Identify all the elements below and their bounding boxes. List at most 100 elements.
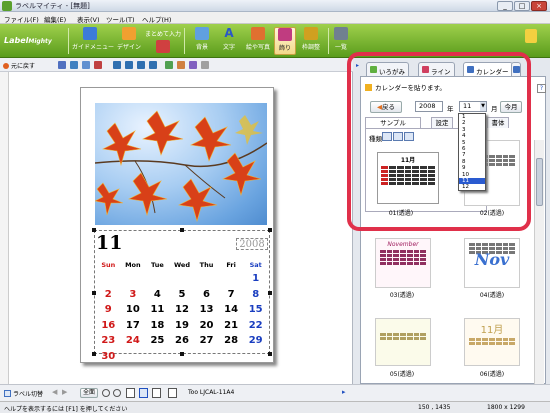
zoom-out-icon[interactable] xyxy=(113,389,121,397)
menu-help[interactable]: ヘルプ(H) xyxy=(142,14,171,24)
weekday-fri: Fri xyxy=(226,261,236,269)
window-title: ラベルマイティ - [無題] xyxy=(15,2,90,10)
day-cell: 11 xyxy=(150,304,165,316)
fit-all-button[interactable]: 全面 xyxy=(80,388,98,398)
status-coords: 150 , 1435 xyxy=(418,404,451,411)
group-icon[interactable] xyxy=(137,61,145,69)
grid-view-icon[interactable] xyxy=(152,388,161,398)
status-bar: ヘルプを表示するには [F1] を押してください 150 , 1435 1800… xyxy=(0,401,550,413)
toolbar-divider xyxy=(184,28,185,54)
align-icon[interactable] xyxy=(149,61,157,69)
paper-name: Too LJCAL-11A4 xyxy=(188,389,235,396)
day-cell: 13 xyxy=(199,304,214,316)
edit-toolbar: 元に戻す xyxy=(0,58,353,72)
delete-icon[interactable] xyxy=(94,61,102,69)
list-button[interactable]: 一覧 xyxy=(332,27,350,55)
vertical-ruler xyxy=(0,72,9,384)
day-cell: 7 xyxy=(227,288,235,300)
layout-icon[interactable] xyxy=(168,388,177,398)
day-cell: 8 xyxy=(252,288,260,300)
flip-icon[interactable] xyxy=(177,61,185,69)
calendar-grid: Sun Mon Tue Wed Thu Fri Sat 1 2345678 91… xyxy=(96,259,268,364)
weekday-thu: Thu xyxy=(199,261,214,269)
day-cell: 9 xyxy=(104,304,112,316)
day-cell: 1 xyxy=(252,273,260,285)
property-icon[interactable] xyxy=(201,61,209,69)
week-row: 9 10 11 12 13 14 15 xyxy=(96,302,268,318)
day-cell xyxy=(170,271,195,287)
maple-photo[interactable] xyxy=(95,103,267,225)
day-cell: 5 xyxy=(178,288,186,300)
panel-toggle-icon[interactable] xyxy=(525,29,537,43)
text-button[interactable]: A 文字 xyxy=(216,27,242,55)
expand-icon[interactable]: ▸ xyxy=(342,388,346,396)
next-arrow-icon[interactable]: ▶ xyxy=(62,388,67,396)
weekday-sat: Sat xyxy=(249,261,262,269)
thumbnail-03[interactable]: November xyxy=(375,238,431,288)
maple-leaves-image xyxy=(95,110,267,223)
prev-arrow-icon[interactable]: ◀ xyxy=(52,388,57,396)
week-row: 23 24 25 26 27 28 29 xyxy=(96,333,268,349)
day-cell xyxy=(243,349,268,365)
thumbnail-caption: 03(透過) xyxy=(389,292,415,299)
copy-icon[interactable] xyxy=(70,61,78,69)
thumbnail-06[interactable]: 11月 xyxy=(464,318,520,366)
single-view-icon[interactable] xyxy=(139,388,148,398)
guide-menu-button[interactable]: ガイドメニュー xyxy=(72,27,114,55)
panel-scrollbar[interactable] xyxy=(534,140,544,384)
thumbnail-caption: 04(透過) xyxy=(479,292,505,299)
maximize-button[interactable]: □ xyxy=(514,1,530,11)
paste-icon[interactable] xyxy=(82,61,90,69)
thumbnail-caption: 05(透過) xyxy=(389,371,415,378)
cut-icon[interactable] xyxy=(58,61,66,69)
view-bar: ラベル切替 ◀ ▶ 全面 Too LJCAL-11A4 ▸ xyxy=(0,384,550,401)
thumbnail-05[interactable] xyxy=(375,318,431,366)
layer-switch[interactable]: ラベル切替 xyxy=(4,389,43,398)
decoration-icon xyxy=(278,28,292,41)
minimize-button[interactable]: _ xyxy=(497,1,513,11)
effect-icon[interactable] xyxy=(189,61,197,69)
close-button[interactable]: × xyxy=(531,1,547,11)
menu-tools[interactable]: ツール(T) xyxy=(106,14,135,24)
day-cell: 19 xyxy=(175,319,189,331)
layer-icon xyxy=(4,390,11,397)
day-cell: 30 xyxy=(101,350,116,362)
status-size: 1800 x 1299 xyxy=(487,404,525,411)
day-cell xyxy=(219,349,244,365)
day-cell xyxy=(145,349,170,365)
menu-view[interactable]: 表示(V) xyxy=(77,14,100,24)
picture-icon xyxy=(251,27,265,40)
day-cell: 14 xyxy=(224,304,239,316)
background-button[interactable]: 背景 xyxy=(189,27,215,55)
design-button[interactable]: デザイン xyxy=(114,27,144,55)
rotate-icon[interactable] xyxy=(165,61,173,69)
zoom-in-icon[interactable] xyxy=(102,389,110,397)
resize-handle[interactable] xyxy=(180,228,184,232)
scrollbar-thumb[interactable] xyxy=(536,158,543,206)
picture-button[interactable]: 絵や写真 xyxy=(243,27,273,55)
decoration-button[interactable]: 飾り xyxy=(274,27,296,55)
day-cell: 4 xyxy=(153,288,161,300)
frame-adjust-button[interactable]: 枠調整 xyxy=(298,27,324,55)
day-cell: 6 xyxy=(203,288,211,300)
frame-adjust-icon xyxy=(304,27,318,40)
menu-file[interactable]: ファイル(F) xyxy=(4,14,39,24)
thumbnail-04[interactable]: Nov xyxy=(464,238,520,288)
list-icon xyxy=(334,27,348,40)
help-icon[interactable]: ? xyxy=(537,84,546,93)
day-cell: 21 xyxy=(224,319,239,331)
front-icon[interactable] xyxy=(113,61,121,69)
back-icon[interactable] xyxy=(125,61,133,69)
thumbnail-caption: 06(透過) xyxy=(479,371,505,378)
resize-handle[interactable] xyxy=(268,352,272,356)
weekday-wed: Wed xyxy=(173,261,190,269)
undo-button[interactable]: 元に戻す xyxy=(3,61,35,70)
calendar-month: 11 xyxy=(96,232,123,254)
resize-handle[interactable] xyxy=(268,291,272,295)
resize-handle[interactable] xyxy=(268,228,272,232)
day-cell: 29 xyxy=(248,335,263,347)
menu-edit[interactable]: 編集(E) xyxy=(44,14,66,24)
weekday-row: Sun Mon Tue Wed Thu Fri Sat xyxy=(96,259,268,271)
batch-input-button[interactable]: まとめて入力 xyxy=(145,27,181,55)
page-view-icon[interactable] xyxy=(126,388,135,398)
